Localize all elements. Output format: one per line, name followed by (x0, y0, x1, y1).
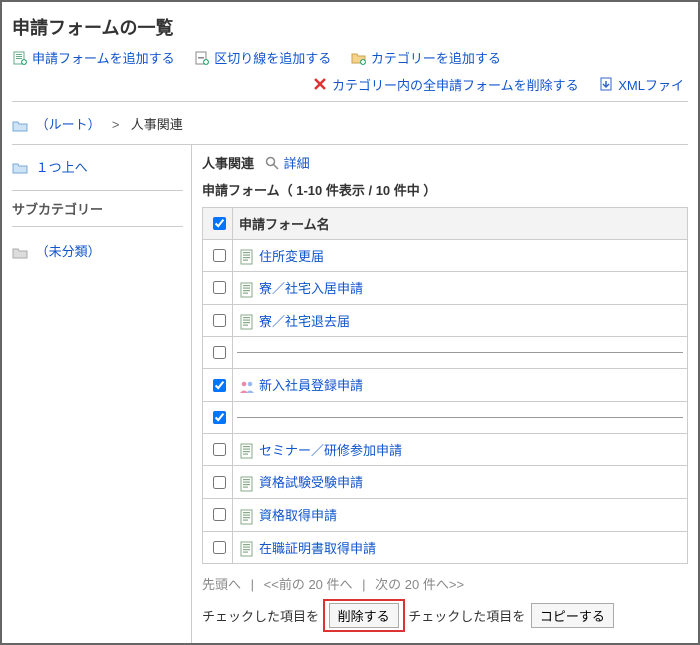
separator-row (233, 337, 688, 369)
form-link[interactable]: 資格試験受験申請 (259, 475, 363, 490)
bottom-label-1: チェックした項目を (202, 609, 319, 624)
add-separator-link[interactable]: 区切り線を追加する (194, 48, 331, 67)
top-actions-secondary: カテゴリー内の全申請フォームを削除する XMLファイ (12, 75, 688, 96)
row-checkbox[interactable] (213, 249, 226, 262)
add-category-icon (351, 50, 367, 66)
form-icon (239, 443, 255, 459)
form-link[interactable]: 寮／社宅入居申請 (259, 281, 363, 296)
page-title: 申請フォームの一覧 (12, 14, 688, 40)
form-cell: 新入社員登録申請 (233, 369, 688, 402)
form-cell: セミナー／研修参加申請 (233, 433, 688, 466)
form-icon (239, 314, 255, 330)
delete-all-label: カテゴリー内の全申請フォームを削除する (332, 75, 579, 94)
form-link[interactable]: 資格取得申請 (259, 508, 337, 523)
form-cell: 資格試験受験申請 (233, 466, 688, 499)
top-actions-primary: 申請フォームを追加する 区切り線を追加する カテゴリーを追加する (12, 48, 688, 69)
form-icon (239, 509, 255, 525)
xml-file-label: XMLファイ (618, 75, 684, 94)
row-checkbox[interactable] (213, 346, 226, 359)
breadcrumb: （ルート） > 人事関連 (12, 110, 688, 144)
sidebar-subcat-header: サブカテゴリー (12, 190, 183, 227)
divider (12, 101, 688, 102)
folder-up-icon (12, 160, 28, 176)
pager: 先頭へ | <<前の 20 件へ | 次の 20 件へ>> (202, 574, 688, 593)
forms-table: 申請フォーム名 住所変更届寮／社宅入居申請寮／社宅退去届新入社員登録申請セミナー… (202, 207, 688, 565)
folder-icon (12, 118, 28, 134)
form-cell: 資格取得申請 (233, 498, 688, 531)
copy-button[interactable]: コピーする (531, 603, 614, 628)
delete-icon (312, 76, 328, 92)
row-checkbox[interactable] (213, 476, 226, 489)
form-link[interactable]: 寮／社宅退去届 (259, 314, 350, 329)
bottom-label-2: チェックした項目を (408, 609, 525, 624)
select-all-checkbox[interactable] (213, 217, 226, 230)
sidebar: １つ上へ サブカテゴリー （未分類） (12, 145, 192, 645)
form-cell: 寮／社宅退去届 (233, 304, 688, 337)
xml-icon (598, 76, 614, 92)
sidebar-uncat-label: （未分類） (36, 244, 101, 259)
form-icon (239, 249, 255, 265)
sidebar-up-label: １つ上へ (36, 160, 88, 175)
detail-label: 詳細 (284, 156, 310, 171)
form-cell: 在職証明書取得申請 (233, 531, 688, 564)
people-icon (239, 379, 255, 395)
form-link[interactable]: 在職証明書取得申請 (259, 541, 376, 556)
add-form-label: 申請フォームを追加する (32, 48, 175, 67)
form-link[interactable]: 住所変更届 (259, 249, 324, 264)
row-checkbox[interactable] (213, 443, 226, 456)
row-checkbox[interactable] (213, 281, 226, 294)
pager-first: 先頭へ (202, 577, 241, 592)
pager-prev: <<前の 20 件へ (264, 577, 353, 592)
breadcrumb-current: 人事関連 (131, 117, 183, 132)
add-form-link[interactable]: 申請フォームを追加する (12, 48, 175, 67)
add-separator-icon (194, 50, 210, 66)
delete-highlight: 削除する (323, 599, 405, 632)
row-checkbox[interactable] (213, 411, 226, 424)
add-form-icon (12, 50, 28, 66)
form-icon (239, 476, 255, 492)
form-icon (239, 541, 255, 557)
row-checkbox[interactable] (213, 508, 226, 521)
row-checkbox[interactable] (213, 379, 226, 392)
form-cell: 寮／社宅入居申請 (233, 272, 688, 305)
delete-all-link[interactable]: カテゴリー内の全申請フォームを削除する (312, 75, 579, 94)
pager-next: 次の 20 件へ>> (375, 577, 464, 592)
sidebar-uncategorized[interactable]: （未分類） (12, 237, 183, 271)
breadcrumb-sep: > (108, 117, 123, 132)
separator-row (233, 401, 688, 433)
list-heading: 申請フォーム（ 1-10 件表示 / 10 件中 ） (202, 180, 688, 199)
category-title: 人事関連 (202, 156, 254, 171)
col-formname: 申請フォーム名 (233, 207, 688, 239)
form-cell: 住所変更届 (233, 239, 688, 272)
row-checkbox[interactable] (213, 314, 226, 327)
breadcrumb-root[interactable]: （ルート） (36, 117, 101, 132)
add-separator-label: 区切り線を追加する (214, 48, 331, 67)
sidebar-up-one[interactable]: １つ上へ (12, 153, 183, 187)
main-content: 人事関連 詳細 申請フォーム（ 1-10 件表示 / 10 件中 ） 申請フォー… (192, 145, 688, 645)
magnifier-icon (264, 155, 280, 171)
form-link[interactable]: セミナー／研修参加申請 (259, 443, 402, 458)
form-icon (239, 282, 255, 298)
bottom-actions: チェックした項目を 削除する チェックした項目を コピーする (202, 599, 688, 632)
detail-link[interactable]: 詳細 (264, 156, 310, 171)
add-category-link[interactable]: カテゴリーを追加する (351, 48, 501, 67)
form-link[interactable]: 新入社員登録申請 (259, 378, 363, 393)
xml-file-link[interactable]: XMLファイ (598, 75, 684, 94)
row-checkbox[interactable] (213, 541, 226, 554)
col-checkbox (203, 207, 233, 239)
folder-icon (12, 245, 28, 261)
delete-button[interactable]: 削除する (329, 603, 399, 628)
add-category-label: カテゴリーを追加する (371, 48, 501, 67)
